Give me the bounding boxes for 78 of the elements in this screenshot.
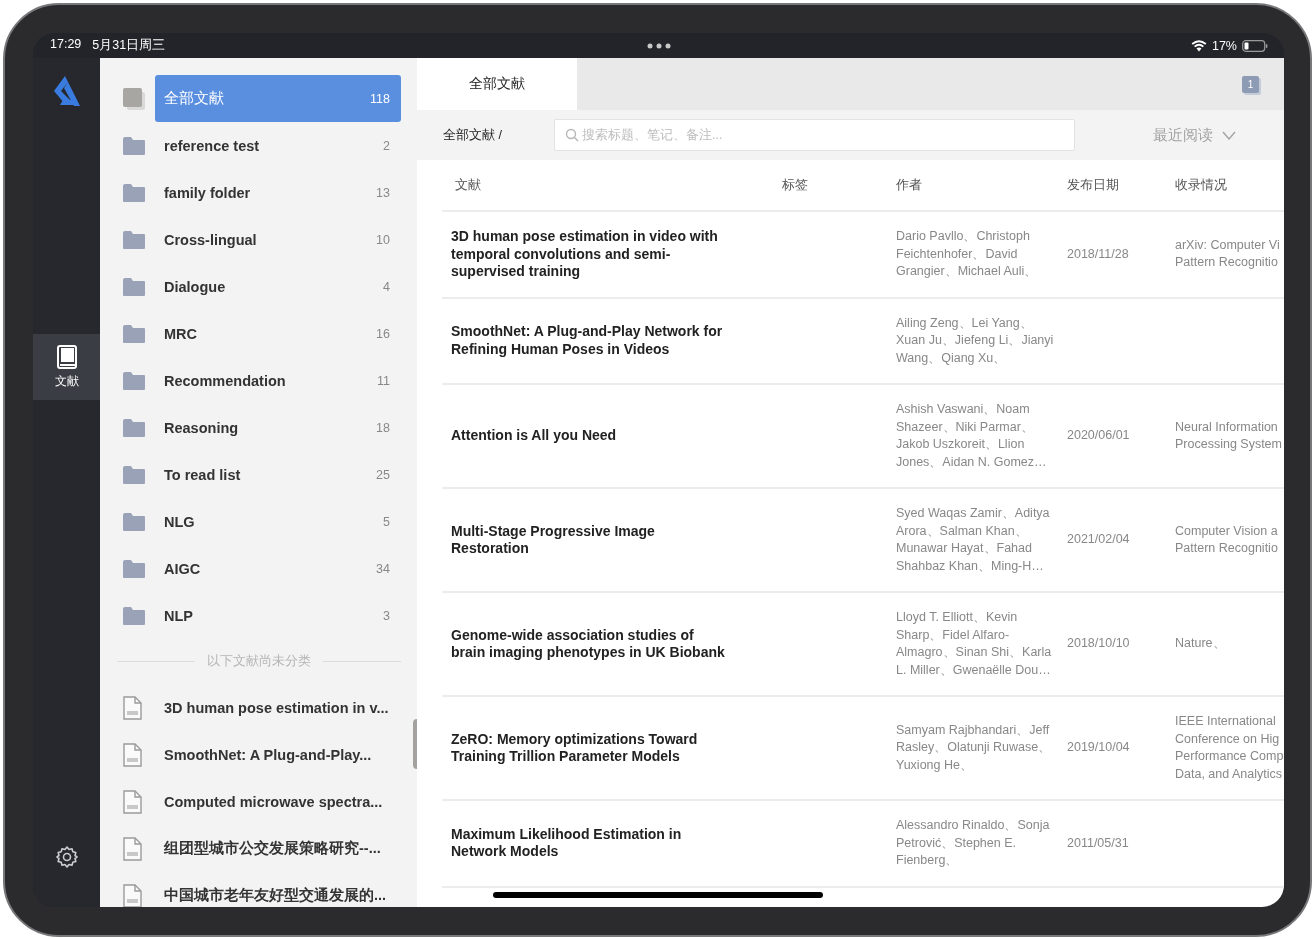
folder-icon: [122, 558, 146, 579]
document-item[interactable]: 中国城市老年友好型交通发展的...: [155, 872, 401, 907]
authors-text: Samyam Rajbhandari、Jeff Rasley、Olatunji Ruwase、Yuxiong He、: [896, 721, 1053, 774]
document-item[interactable]: SmoothNet: A Plug-and-Play...: [155, 731, 401, 778]
document-item[interactable]: 3D human pose estimation in v...: [155, 684, 401, 731]
folder-item[interactable]: Dialogue 4: [155, 263, 401, 310]
folder-item[interactable]: To read list 25: [155, 451, 401, 498]
venue-text: Neural Information Processing System: [1175, 418, 1283, 453]
document-title[interactable]: ZeRO: Memory optimizations Toward Training Trillion Parameter Models: [451, 730, 731, 766]
folder-item[interactable]: MRC 16: [155, 310, 401, 357]
logo-icon: [51, 74, 82, 108]
folder-item[interactable]: family folder 13: [155, 169, 401, 216]
authors-text: Lloyd T. Elliott、Kevin Sharp、Fidel Alfaro-Almagro、Sinan Shi、Karla L. Miller、Gwenaëlle Dou…: [896, 609, 1053, 679]
folder-icon: [122, 417, 146, 438]
folder-item[interactable]: Reasoning 18: [155, 404, 401, 451]
section-divider-label: 以下文献尚未分类: [207, 653, 311, 670]
column-header: 标签: [782, 177, 808, 192]
settings-icon[interactable]: [54, 845, 79, 869]
folder-icon: [122, 276, 146, 297]
tab[interactable]: 全部文献: [417, 58, 577, 110]
column-header: 作者: [896, 177, 922, 192]
column-header: 收录情况: [1175, 177, 1227, 192]
nav-item[interactable]: 文献: [33, 334, 100, 400]
column-header: 文献: [455, 177, 481, 192]
folder-icon: [122, 135, 146, 156]
folder-item[interactable]: Recommendation 11: [155, 357, 401, 404]
folder-icon: [122, 464, 146, 485]
folder-item[interactable]: AIGC 34: [155, 545, 401, 592]
document-item[interactable]: 组团型城市公交发展策略研究--...: [155, 825, 401, 872]
publish-date: 2018/11/28: [1067, 246, 1129, 261]
folder-icon: [122, 323, 146, 344]
authors-text: Ashish Vaswani、Noam Shazeer、Niki Parmar、Jakob Uszkoreit、Llion Jones、Aidan N. Gomez…: [896, 401, 1048, 471]
folder-icon: [122, 511, 146, 532]
breadcrumb: 全部文献 /: [443, 126, 503, 144]
authors-text: Alessandro Rinaldo、Sonja Petrović、Stephen E. Fienberg、: [896, 817, 1051, 869]
stacked-squares-icon: [122, 86, 146, 111]
document-title[interactable]: Genome-wide association studies of brain imaging phenotypes in UK Biobank: [451, 626, 731, 662]
authors-text: Syed Waqas Zamir、Aditya Arora、Salman Khan、Munawar Hayat、Fahad Shahbaz Khan、Ming-H…: [896, 505, 1051, 575]
folder-item[interactable]: NLG 5: [155, 498, 401, 545]
search-icon: [565, 128, 579, 142]
folder-icon: [122, 605, 146, 626]
document-title[interactable]: SmoothNet: A Plug-and-Play Network for Refining Human Poses in Videos: [451, 323, 731, 359]
pdf-file-icon: [122, 742, 142, 767]
pdf-file-icon: [122, 789, 142, 814]
chevron-down-icon: [1222, 130, 1236, 140]
pdf-file-icon: [122, 695, 142, 720]
folder-icon: [122, 370, 146, 391]
folder-item[interactable]: reference test 2: [155, 122, 401, 169]
publish-date: 2020/06/01: [1067, 428, 1130, 443]
status-time: 17:29: [50, 37, 82, 53]
folder-item[interactable]: Cross-lingual 10: [155, 216, 401, 263]
status-date: 5月31日周三: [92, 37, 166, 54]
battery-percent: 17%: [1211, 38, 1237, 53]
document-title[interactable]: 3D human pose estimation in video with temporal convolutions and semi-supervised training: [451, 228, 731, 281]
search-field[interactable]: 搜索标题、笔记、备注...: [554, 119, 1075, 151]
document-title[interactable]: Multi-Stage Progressive Image Restoration: [451, 522, 731, 558]
battery-icon: [1242, 39, 1268, 52]
pdf-file-icon: [122, 836, 142, 861]
document-item[interactable]: Computed microwave spectra...: [155, 778, 401, 825]
authors-text: Dario Pavllo、Christoph Feichtenhofer、David Grangier、Michael Auli、: [896, 228, 1039, 280]
folder-icon: [122, 229, 146, 250]
authors-text: Ailing Zeng、Lei Yang、Xuan Ju、Jiefeng Li、Jianyi Wang、Qiang Xu、: [896, 314, 1055, 367]
wifi-icon: [1190, 39, 1207, 52]
document-title[interactable]: Attention is All you Need: [451, 427, 731, 445]
venue-text: Computer Vision a Pattern Recognitio: [1175, 522, 1279, 557]
venue-text: arXiv: Computer Vi Pattern Recognitio: [1175, 236, 1281, 272]
venue-text: Nature、: [1175, 635, 1227, 653]
column-header: 发布日期: [1067, 177, 1119, 192]
publish-date: 2019/10/04: [1067, 740, 1130, 755]
folder-item[interactable]: NLP 3: [155, 592, 401, 639]
venue-text: IEEE International Conference on Hig Performance Comp Data, and Analytics: [1175, 713, 1284, 783]
publish-date: 2021/02/04: [1067, 532, 1130, 547]
publish-date: 2011/05/31: [1067, 835, 1129, 850]
folder-icon: [122, 182, 146, 203]
document-title[interactable]: Maximum Likelihood Estimation in Network Models: [451, 825, 731, 861]
more-dots-icon[interactable]: [647, 42, 671, 49]
book-icon: [55, 344, 78, 369]
publish-date: 2018/10/10: [1067, 636, 1130, 651]
